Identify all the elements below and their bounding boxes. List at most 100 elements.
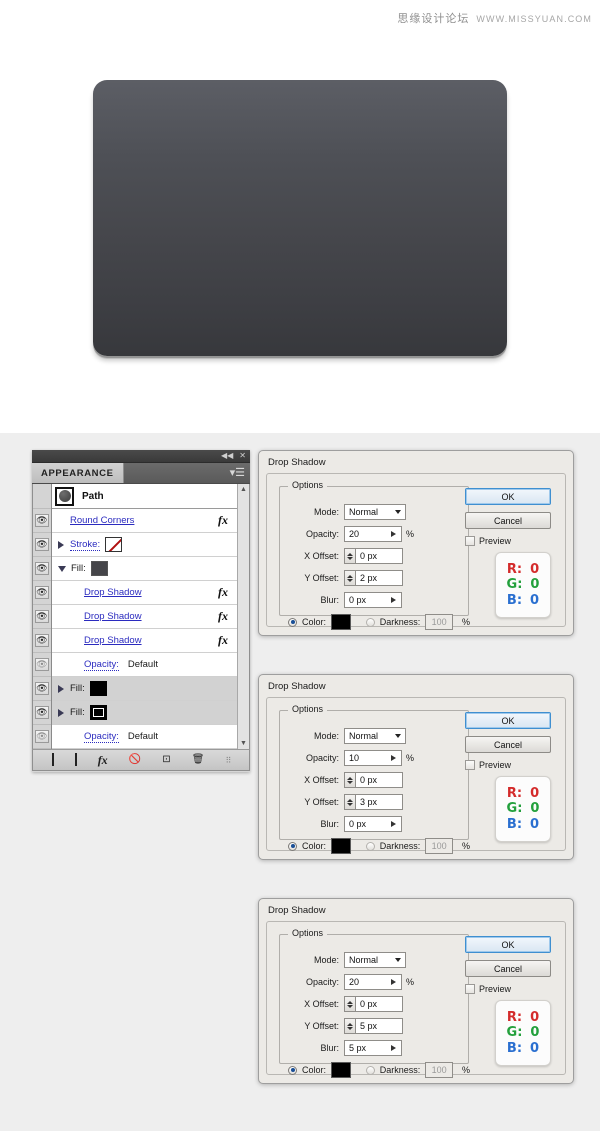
scroll-up-icon[interactable]: ▲ <box>240 486 247 493</box>
fill-color-swatch-selected[interactable] <box>89 705 107 720</box>
panel-menu-button[interactable]: ▾☰ <box>230 463 250 483</box>
eye-icon[interactable]: 👁 <box>35 658 49 671</box>
slider-flyout-icon[interactable] <box>391 1045 396 1051</box>
eye-icon[interactable]: 👁 <box>35 586 49 599</box>
row-label[interactable]: Opacity: <box>84 731 119 743</box>
visibility-toggle[interactable]: 👁 <box>33 653 51 677</box>
mode-select[interactable]: Normal <box>344 952 406 968</box>
row-label[interactable]: Fill: <box>71 563 86 574</box>
darkness-radio[interactable] <box>365 617 375 627</box>
visibility-toggle[interactable]: 👁 <box>33 701 51 725</box>
row-label[interactable]: Opacity: <box>84 659 119 671</box>
eye-icon[interactable]: 👁 <box>35 610 49 623</box>
disclosure-right-icon[interactable] <box>58 684 65 693</box>
cancel-button[interactable]: Cancel <box>465 960 551 977</box>
preview-checkbox-row[interactable]: Preview <box>465 760 551 770</box>
blur-input[interactable]: 0 px <box>344 592 402 608</box>
y-offset-stepper[interactable] <box>344 1018 355 1034</box>
visibility-toggle[interactable]: 👁 <box>33 605 51 629</box>
disclosure-down-icon[interactable] <box>58 565 66 572</box>
appearance-row[interactable]: Fill: <box>52 677 237 701</box>
x-offset-input[interactable]: 0 px <box>355 772 403 788</box>
row-label[interactable]: Drop Shadow <box>84 611 142 622</box>
color-radio[interactable] <box>288 841 297 851</box>
opacity-input[interactable]: 10 <box>344 750 402 766</box>
row-label[interactable]: Drop Shadow <box>84 587 142 598</box>
eye-icon[interactable]: 👁 <box>35 706 49 719</box>
effect-fx-icon[interactable]: fx <box>218 633 228 648</box>
scroll-down-icon[interactable]: ▼ <box>240 740 247 747</box>
add-new-stroke-icon[interactable] <box>51 753 54 766</box>
chevron-down-icon[interactable] <box>395 510 401 514</box>
row-label[interactable]: Fill: <box>70 707 85 718</box>
collapse-icon[interactable]: ◀◀ <box>221 452 233 460</box>
eye-icon[interactable]: 👁 <box>35 514 49 527</box>
fill-color-swatch[interactable] <box>89 681 107 696</box>
visibility-toggle[interactable]: 👁 <box>33 533 51 557</box>
chevron-down-icon[interactable] <box>395 734 401 738</box>
x-offset-stepper[interactable] <box>344 996 355 1012</box>
cancel-button[interactable]: Cancel <box>465 736 551 753</box>
appearance-row[interactable]: Round Corners fx <box>52 509 237 533</box>
opacity-input[interactable]: 20 <box>344 526 402 542</box>
row-label[interactable]: Stroke: <box>70 539 101 551</box>
chevron-down-icon[interactable] <box>395 958 401 962</box>
panel-scrollbar[interactable]: ▲ ▼ <box>237 484 249 749</box>
ok-button[interactable]: OK <box>465 712 551 729</box>
ok-button[interactable]: OK <box>465 936 551 953</box>
disclosure-right-icon[interactable] <box>58 540 65 549</box>
eye-icon[interactable]: 👁 <box>35 538 49 551</box>
eye-icon[interactable]: 👁 <box>35 562 49 575</box>
appearance-row[interactable]: Drop Shadow fx <box>52 629 237 653</box>
delete-item-icon[interactable]: 🗑 <box>192 755 205 765</box>
eye-icon[interactable]: 👁 <box>35 682 49 695</box>
effect-fx-icon[interactable]: fx <box>218 585 228 600</box>
appearance-row[interactable]: Drop Shadow fx <box>52 581 237 605</box>
row-label[interactable]: Fill: <box>70 683 85 694</box>
cancel-button[interactable]: Cancel <box>465 512 551 529</box>
x-offset-stepper[interactable] <box>344 772 355 788</box>
preview-checkbox[interactable] <box>465 984 475 994</box>
slider-flyout-icon[interactable] <box>391 979 396 985</box>
appearance-row[interactable]: Fill: <box>52 701 237 725</box>
effect-fx-icon[interactable]: fx <box>218 513 228 528</box>
fill-color-swatch[interactable] <box>90 561 108 576</box>
darkness-radio[interactable] <box>365 841 375 851</box>
color-radio[interactable] <box>288 1065 297 1075</box>
darkness-radio[interactable] <box>365 1065 375 1075</box>
slider-flyout-icon[interactable] <box>391 755 396 761</box>
slider-flyout-icon[interactable] <box>391 531 396 537</box>
slider-flyout-icon[interactable] <box>391 821 396 827</box>
add-new-effect-icon[interactable]: fx <box>98 754 108 766</box>
color-radio[interactable] <box>288 617 297 627</box>
ok-button[interactable]: OK <box>465 488 551 505</box>
y-offset-input[interactable]: 5 px <box>355 1018 403 1034</box>
eye-icon[interactable]: 👁 <box>35 730 49 743</box>
resize-grip-icon[interactable]: ⠿ <box>226 756 232 765</box>
opacity-input[interactable]: 20 <box>344 974 402 990</box>
preview-checkbox[interactable] <box>465 760 475 770</box>
blur-input[interactable]: 5 px <box>344 1040 402 1056</box>
y-offset-stepper[interactable] <box>344 794 355 810</box>
rounded-rectangle-shape[interactable] <box>93 80 507 356</box>
mode-select[interactable]: Normal <box>344 728 406 744</box>
appearance-row[interactable]: Opacity: Default <box>52 725 237 749</box>
eye-icon[interactable]: 👁 <box>35 634 49 647</box>
shadow-color-swatch[interactable] <box>331 1062 351 1078</box>
shadow-color-swatch[interactable] <box>331 614 351 630</box>
appearance-header-row[interactable]: Path <box>52 484 237 509</box>
visibility-toggle[interactable]: 👁 <box>33 557 51 581</box>
shadow-color-swatch[interactable] <box>331 838 351 854</box>
visibility-toggle[interactable]: 👁 <box>33 509 51 533</box>
blur-input[interactable]: 0 px <box>344 816 402 832</box>
preview-checkbox[interactable] <box>465 536 475 546</box>
clear-appearance-icon[interactable]: 🚫 <box>129 755 141 765</box>
preview-checkbox-row[interactable]: Preview <box>465 536 551 546</box>
disclosure-right-icon[interactable] <box>58 708 65 717</box>
slider-flyout-icon[interactable] <box>391 597 396 603</box>
row-label[interactable]: Drop Shadow <box>84 635 142 646</box>
appearance-row[interactable]: Fill: <box>52 557 237 581</box>
duplicate-item-icon[interactable]: ⊡ <box>162 755 170 765</box>
x-offset-stepper[interactable] <box>344 548 355 564</box>
x-offset-input[interactable]: 0 px <box>355 548 403 564</box>
